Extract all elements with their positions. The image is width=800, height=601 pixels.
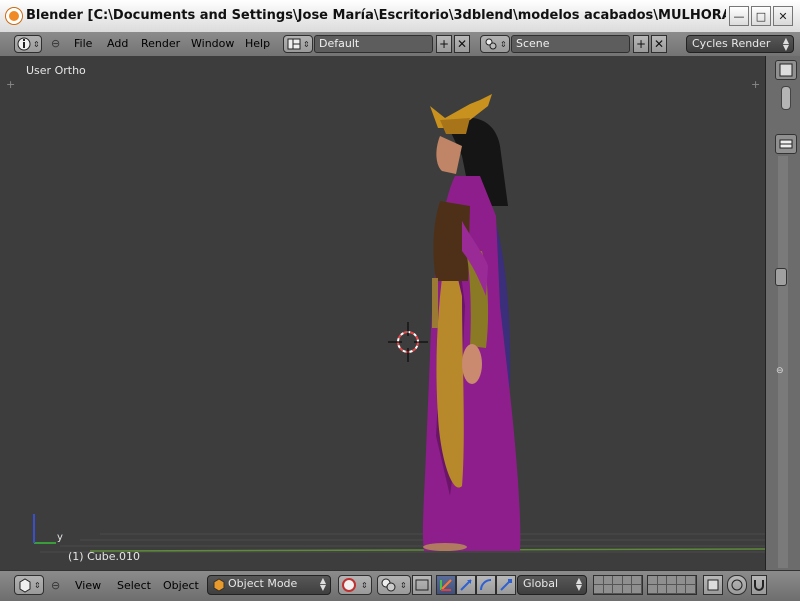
axis-y-label: y [57, 532, 63, 543]
layer-icon [707, 579, 719, 591]
menu-render[interactable]: Render [141, 37, 180, 50]
viewport-shading-selector[interactable]: ⇕ [338, 575, 372, 595]
svg-text:⇕: ⇕ [33, 40, 40, 49]
3d-view-header: ⇕ ⊖ View Select Object Object Mode ▲ ▼ ⇕ … [0, 570, 800, 601]
rotate-arc-icon [480, 579, 492, 591]
editor-type-3d-selector[interactable]: ⇕ [14, 575, 44, 595]
snap-magnet-icon [754, 580, 764, 591]
menu-object[interactable]: Object [163, 579, 199, 592]
window-title: Blender [C:\Documents and Settings\Jose … [26, 8, 726, 23]
3d-view-icon: ⇕ [19, 578, 41, 593]
layer-lock-button[interactable] [703, 575, 723, 595]
minimize-button[interactable]: — [729, 6, 749, 26]
add-scene-button[interactable]: + [633, 35, 649, 53]
svg-text:⇕: ⇕ [400, 581, 407, 590]
remove-scene-button[interactable]: ✕ [651, 35, 667, 53]
transform-orientation-dropdown[interactable]: Global ▲ ▼ [517, 575, 587, 595]
right-side-panel: ⊖ [765, 56, 800, 570]
character-model [422, 94, 521, 551]
object-mode-cube-icon [213, 578, 225, 592]
updown-arrows-icon: ▲ ▼ [782, 36, 789, 52]
render-engine-label: Cycles Render [692, 37, 771, 50]
menu-view[interactable]: View [75, 579, 101, 592]
collapse-3d-menu-icon[interactable]: ⊖ [51, 579, 60, 592]
screen-layout-icon: ⇕ [287, 38, 310, 50]
panel-tab-top[interactable] [775, 60, 797, 80]
scene-icon: ⇕ [485, 38, 507, 50]
panel-scroll-handle[interactable] [775, 268, 787, 286]
3d-viewport[interactable]: User Ortho + + y (1) Cube.010 [0, 56, 765, 570]
translate-arrow-icon [460, 579, 472, 591]
manipulator-icon [440, 579, 452, 591]
panel-resize-icon[interactable]: ⊖ [776, 366, 784, 376]
rotate-manipulator-button[interactable] [476, 575, 496, 595]
maximize-button[interactable]: □ [751, 6, 771, 26]
svg-text:⇕: ⇕ [34, 581, 41, 590]
proportional-edit-icon [731, 579, 743, 591]
render-engine-dropdown[interactable]: Cycles Render ▲ ▼ [686, 35, 794, 53]
close-window-button[interactable]: ✕ [773, 6, 793, 26]
orientation-label: Global [523, 577, 559, 590]
editor-type-selector[interactable]: ⇕ [14, 35, 42, 53]
svg-text:⇕: ⇕ [500, 40, 507, 49]
screen-layout-field[interactable]: Default [314, 35, 433, 53]
collapse-menu-icon[interactable]: ⊖ [51, 37, 60, 50]
panel-icon [779, 63, 793, 77]
mode-label: Object Mode [228, 577, 298, 590]
manipulator-toggle-button[interactable] [436, 575, 456, 595]
layers-group-2[interactable] [647, 575, 697, 595]
menu-add[interactable]: Add [107, 37, 128, 50]
screen-layout-selector[interactable]: ⇕ [283, 35, 313, 53]
viewport-shading-icon: ⇕ [342, 578, 368, 592]
mode-dropdown[interactable]: Object Mode ▲ ▼ [207, 575, 331, 595]
svg-text:⇕: ⇕ [361, 581, 368, 590]
scene-field[interactable]: Scene [511, 35, 630, 53]
proportional-edit-button[interactable] [727, 575, 747, 595]
orientation-updown-icon: ▲ ▼ [575, 576, 582, 592]
scale-icon [500, 579, 512, 591]
info-header: ⇕ ⊖ File Add Render Window Help ⇕ Defaul… [0, 32, 800, 57]
properties-icon [779, 139, 793, 149]
active-object-label: (1) Cube.010 [68, 550, 140, 563]
menu-file[interactable]: File [74, 37, 92, 50]
axis-gizmo [33, 514, 56, 544]
panel-scrollbar-top[interactable] [781, 86, 791, 110]
align-icon [415, 579, 429, 591]
menu-window[interactable]: Window [191, 37, 234, 50]
mode-updown-icon: ▲ ▼ [319, 576, 326, 592]
scene-selector[interactable]: ⇕ [480, 35, 510, 53]
window-title-bar[interactable]: Blender [C:\Documents and Settings\Jose … [0, 0, 800, 33]
viewport-scene [33, 94, 765, 553]
3d-cursor[interactable] [388, 322, 428, 362]
remove-screen-button[interactable]: ✕ [454, 35, 470, 53]
panel-scrollbar-track[interactable] [778, 156, 788, 568]
snap-button[interactable] [751, 575, 767, 595]
panel-tab-properties[interactable] [775, 134, 797, 154]
scale-manipulator-button[interactable] [496, 575, 516, 595]
blender-logo-icon [6, 8, 22, 24]
snap-origins-button[interactable] [412, 575, 432, 595]
add-screen-button[interactable]: + [436, 35, 452, 53]
menu-select[interactable]: Select [117, 579, 151, 592]
menu-help[interactable]: Help [245, 37, 270, 50]
pivot-point-icon: ⇕ [381, 578, 407, 592]
pivot-point-selector[interactable]: ⇕ [377, 575, 411, 595]
layers-group-1[interactable] [593, 575, 643, 595]
translate-manipulator-button[interactable] [456, 575, 476, 595]
svg-text:⇕: ⇕ [303, 40, 310, 49]
info-icon: ⇕ [17, 37, 40, 51]
